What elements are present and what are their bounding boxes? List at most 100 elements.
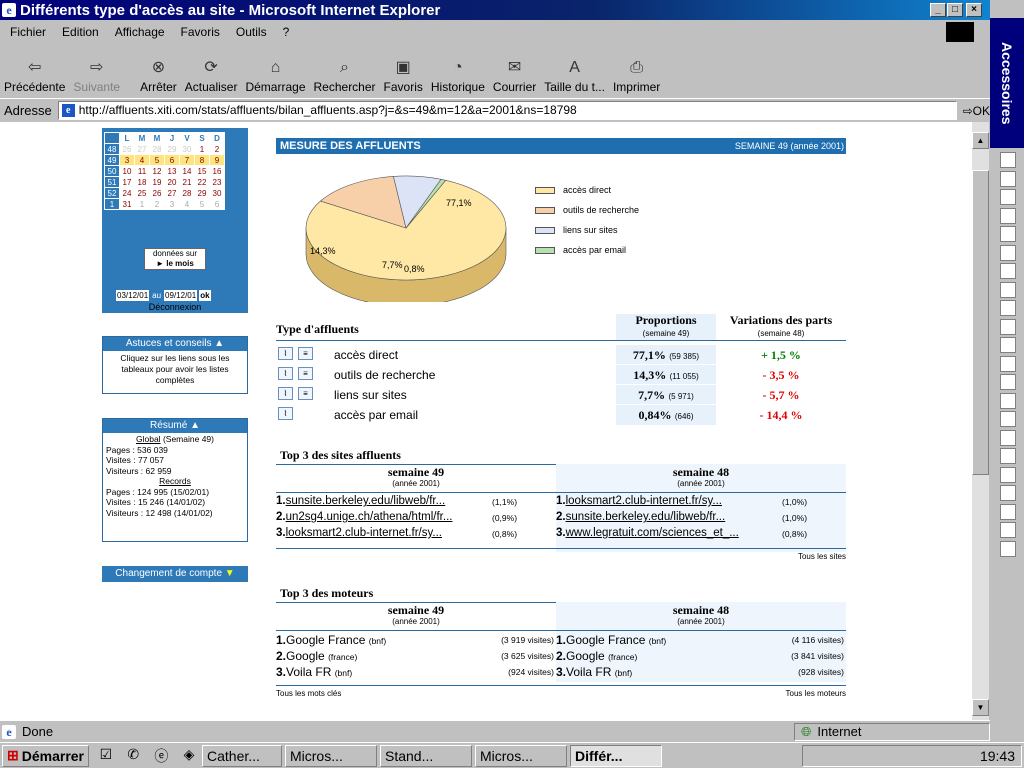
scanner-icon[interactable] [1000,466,1016,483]
logout-link[interactable]: Déconnexion [102,302,248,312]
change-account-button[interactable]: Changement de compte ▼ [102,566,248,582]
outlook-icon[interactable]: ✆ [127,746,139,766]
cal-day[interactable]: 15 [194,165,210,177]
close-button[interactable]: × [966,3,982,17]
explorer-icon[interactable] [1000,226,1016,242]
wordpad-icon[interactable] [1000,207,1016,224]
cal-day[interactable]: 28 [179,187,195,199]
all-sites-link[interactable]: Tous les sites [798,552,846,561]
data-on-month[interactable]: données sur ► le mois [144,248,206,270]
forward-button[interactable]: ⇨ Suivante [73,56,120,94]
date-ok-button[interactable]: ok [199,289,211,301]
task-differ[interactable]: Différ... [570,744,662,767]
site-link[interactable]: un2sg4.unige.ch/athena/html/fr... [286,511,453,523]
cal-day[interactable]: 26 [149,187,165,199]
cal-day[interactable]: 1 [194,143,210,155]
maximize-button[interactable]: □ [947,3,963,17]
cal-day[interactable]: 1 [134,198,150,210]
date-from-input[interactable]: 03/12/01 [116,289,150,301]
records-link[interactable]: Records [106,476,244,487]
menu-help[interactable]: ? [283,25,290,39]
cal-day[interactable]: 5 [149,154,165,166]
graph-icon[interactable]: ⌇ [278,387,293,400]
cal-day[interactable]: 6 [209,198,225,210]
charmap-icon[interactable] [1000,263,1016,279]
menu-favoris[interactable]: Favoris [181,25,220,39]
cal-day[interactable]: 3 [119,154,135,166]
cal-day[interactable]: 23 [209,176,225,188]
ie-launch-icon[interactable]: ⓔ [154,746,168,766]
address-input[interactable]: e http://affluents.xiti.com/stats/afflue… [57,101,957,120]
help-icon[interactable] [1000,503,1016,520]
cal-day[interactable]: 19 [149,176,165,188]
table-icon[interactable]: ≡ [298,387,313,400]
cal-day[interactable]: 11 [134,165,150,177]
phone-icon[interactable] [1000,337,1016,353]
graph-icon[interactable]: ⌇ [278,347,293,360]
task-stand[interactable]: Stand... [380,744,472,767]
week-number[interactable]: 1 [104,198,120,210]
cal-day[interactable]: 29 [194,187,210,199]
cal-day[interactable]: 27 [134,143,150,155]
back-button[interactable]: ⇦ Précédente [4,56,65,94]
site-link[interactable]: sunsite.berkeley.edu/libweb/fr... [286,495,446,507]
calculator-icon[interactable] [1000,152,1016,168]
summary-header[interactable]: Résumé ▲ [103,419,247,433]
table-icon[interactable]: ≡ [298,347,313,360]
all-engines-link[interactable]: Tous les moteurs [786,689,846,698]
task-cather[interactable]: Cather... [202,744,282,767]
clipboard-icon[interactable] [1000,244,1016,261]
cal-day[interactable]: 9 [209,154,225,166]
date-to-input[interactable]: 09/12/01 [164,289,198,301]
cal-day[interactable]: 16 [209,165,225,177]
task-micros-2[interactable]: Micros... [475,744,567,767]
cal-day[interactable]: 20 [164,176,180,188]
cal-day[interactable]: 8 [194,154,210,166]
dialup-icon[interactable] [1000,429,1016,446]
scroll-thumb[interactable] [972,170,989,475]
cal-day[interactable]: 10 [119,165,135,177]
history-button[interactable]: ◔ Historique [431,56,485,94]
vertical-scrollbar[interactable]: ▲ ▼ [972,122,989,720]
all-keywords-link[interactable]: Tous les mots clés [276,689,341,698]
cal-day[interactable]: 18 [134,176,150,188]
cal-day[interactable]: 13 [164,165,180,177]
home-button[interactable]: ⌂ Démarrage [245,56,305,94]
site-link[interactable]: www.legratuit.com/sciences_et_... [566,527,739,539]
desktop-icon[interactable]: ☑ [100,746,113,766]
week-number[interactable]: 50 [104,165,120,177]
go-button[interactable]: ⇨OK [963,104,990,118]
calendar-icon[interactable] [1000,300,1016,316]
start-button[interactable]: ⊞ Démarrer [2,744,89,767]
task-micros-1[interactable]: Micros... [285,744,377,767]
cal-day[interactable]: 5 [194,198,210,210]
scroll-down-button[interactable]: ▼ [972,699,989,716]
scroll-up-button[interactable]: ▲ [972,132,989,149]
menu-outils[interactable]: Outils [236,25,267,39]
site-link[interactable]: sunsite.berkeley.edu/libweb/fr... [566,511,726,523]
printer-icon[interactable] [1000,448,1016,464]
minimize-button[interactable]: _ [930,3,946,17]
menu-affichage[interactable]: Affichage [115,25,165,39]
cal-day[interactable]: 28 [149,143,165,155]
cal-day[interactable]: 17 [119,176,135,188]
graph-icon[interactable]: ⌇ [278,407,293,420]
graph-icon[interactable]: ⌇ [278,367,293,380]
cal-day[interactable]: 25 [134,187,150,199]
week-number[interactable]: 52 [104,187,120,199]
site-link[interactable]: looksmart2.club-internet.fr/sy... [286,527,442,539]
folder-icon[interactable] [1000,522,1016,538]
week-number[interactable]: 49 [104,154,120,166]
favorites-button[interactable]: ▣ Favoris [384,56,423,94]
cal-day[interactable]: 4 [179,198,195,210]
cal-day[interactable]: 7 [179,154,195,166]
cal-day[interactable]: 4 [134,154,150,166]
network-icon[interactable] [1000,411,1016,427]
cal-day[interactable]: 30 [179,143,195,155]
cal-day[interactable]: 30 [209,187,225,199]
cal-day[interactable]: 27 [164,187,180,199]
mail-icon[interactable] [1000,485,1016,501]
cal-day[interactable]: 12 [149,165,165,177]
print-button[interactable]: ⎙ Imprimer [613,56,660,94]
plug-icon[interactable] [1000,392,1016,409]
